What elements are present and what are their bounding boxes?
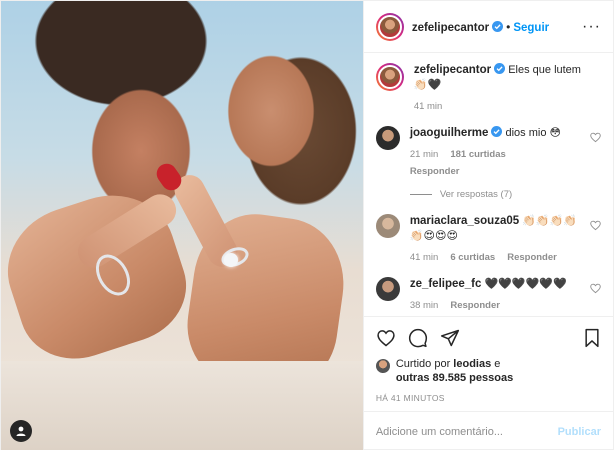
avatar[interactable] bbox=[375, 214, 400, 238]
liked-by-prefix: Curtido por bbox=[395, 358, 451, 370]
comment-time[interactable]: 38 min bbox=[410, 298, 439, 313]
comment-bubble-icon[interactable] bbox=[408, 328, 428, 348]
comment-username[interactable]: joaoguilherme bbox=[410, 127, 489, 139]
caption: zefelipecantor Eles que lutem 👏🏻🖤 41 min bbox=[375, 63, 601, 114]
comments-list: zefelipecantor Eles que lutem 👏🏻🖤 41 min… bbox=[364, 53, 613, 316]
comment-likes[interactable]: 6 curtidas bbox=[450, 250, 495, 265]
instagram-post: zefelipecantor • Seguir ··· zefelipecantor… bbox=[0, 0, 614, 450]
liked-by-user[interactable]: leodias bbox=[453, 358, 491, 370]
avatar[interactable] bbox=[375, 277, 400, 301]
post-header: zefelipecantor • Seguir ··· bbox=[363, 1, 613, 53]
liker-avatar[interactable] bbox=[375, 359, 390, 373]
heart-icon[interactable] bbox=[590, 220, 601, 231]
heart-icon[interactable] bbox=[590, 132, 601, 143]
comment-likes[interactable]: 181 curtidas bbox=[450, 147, 505, 162]
comment-text: 🖤🖤🖤🖤🖤🖤 bbox=[484, 278, 567, 290]
post-actions: Curtido por leodias e outras 89.585 pess… bbox=[363, 316, 613, 411]
publish-button[interactable]: Publicar bbox=[558, 426, 601, 438]
tagged-users-button[interactable] bbox=[10, 420, 32, 442]
liked-by-connector: e bbox=[494, 358, 501, 370]
person-icon bbox=[16, 426, 26, 436]
add-comment-bar: Publicar bbox=[363, 411, 613, 450]
post-side-panel: zefelipecantor • Seguir ··· zefelipecantor… bbox=[362, 1, 613, 450]
comment-username[interactable]: ze_felipee_fc bbox=[410, 278, 482, 290]
comment-username[interactable]: mariaclara_souza05 bbox=[410, 215, 519, 227]
more-options-icon[interactable]: ··· bbox=[582, 18, 601, 36]
like-heart-icon[interactable] bbox=[376, 328, 396, 348]
verified-badge-icon bbox=[492, 20, 504, 32]
verified-badge-icon bbox=[494, 63, 506, 74]
photo-shirt bbox=[1, 361, 363, 450]
bookmark-icon[interactable] bbox=[583, 328, 601, 348]
photo-ring-stone bbox=[224, 253, 238, 267]
replies-divider bbox=[409, 194, 432, 195]
separator-dot: • bbox=[506, 19, 511, 34]
avatar[interactable] bbox=[375, 63, 404, 91]
comment-item: joaoguilherme dios mio 😳 21 min 181 curt… bbox=[375, 126, 601, 202]
comment-time[interactable]: 41 min bbox=[410, 250, 439, 265]
comment-item: ze_felipee_fc 🖤🖤🖤🖤🖤🖤 38 min Responder bbox=[375, 277, 601, 313]
liked-by-others[interactable]: outras 89.585 pessoas bbox=[396, 372, 513, 384]
post-photo[interactable] bbox=[1, 1, 363, 450]
reply-button[interactable]: Responder bbox=[410, 164, 460, 179]
view-replies-label: Ver respostas (7) bbox=[439, 189, 513, 200]
comment-time[interactable]: 21 min bbox=[410, 147, 439, 162]
caption-username[interactable]: zefelipecantor bbox=[414, 64, 491, 76]
comment-item: mariaclara_souza05 👏🏻👏🏻👏🏻👏🏻👏🏻😍😍😍 41 min … bbox=[375, 214, 601, 265]
reply-button[interactable]: Responder bbox=[450, 298, 500, 313]
share-send-icon[interactable] bbox=[440, 328, 460, 348]
post-timestamp[interactable]: HÁ 41 MINUTOS bbox=[376, 393, 601, 411]
follow-button[interactable]: Seguir bbox=[513, 22, 549, 34]
view-replies-button[interactable]: Ver respostas (7) bbox=[409, 187, 585, 202]
heart-icon[interactable] bbox=[590, 283, 601, 294]
liked-by: Curtido por leodias e outras 89.585 pess… bbox=[375, 357, 601, 385]
avatar[interactable] bbox=[375, 12, 404, 41]
caption-time[interactable]: 41 min bbox=[414, 99, 443, 114]
reply-button[interactable]: Responder bbox=[507, 250, 557, 265]
comment-text: dios mio 😳 bbox=[505, 127, 561, 139]
verified-badge-icon bbox=[491, 126, 503, 137]
header-username[interactable]: zefelipecantor bbox=[412, 22, 489, 34]
comment-input[interactable] bbox=[375, 425, 558, 438]
avatar[interactable] bbox=[375, 126, 400, 150]
